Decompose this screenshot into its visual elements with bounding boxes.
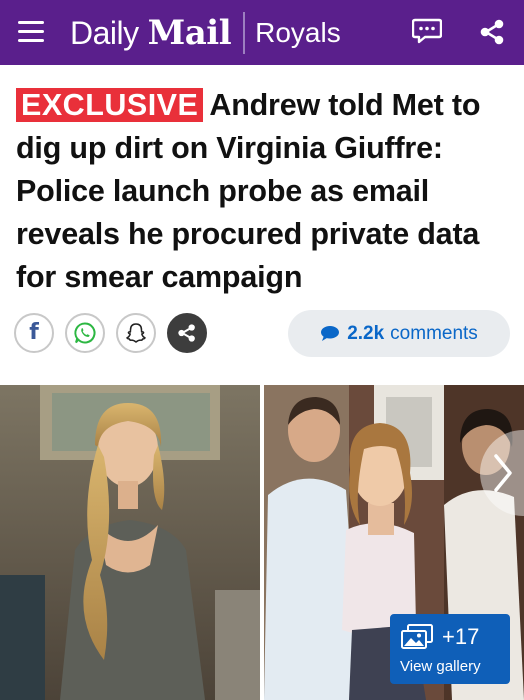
photo-woman-portrait	[0, 385, 260, 700]
brand-mail: Mail	[147, 13, 232, 53]
facebook-share-button[interactable]: f	[14, 313, 54, 353]
facebook-icon: f	[29, 320, 39, 345]
whatsapp-share-button[interactable]	[65, 313, 105, 353]
gallery-icon	[401, 624, 433, 649]
brand-divider	[243, 12, 246, 54]
gallery-label: View gallery	[400, 658, 481, 675]
chevron-right-icon	[494, 454, 512, 492]
brand-daily: Daily	[70, 14, 139, 51]
more-share-button[interactable]	[167, 313, 207, 353]
share-icon	[178, 324, 195, 342]
article-photo-left[interactable]	[0, 385, 260, 700]
snapchat-share-button[interactable]	[116, 313, 156, 353]
comment-bubble-icon	[321, 326, 340, 341]
top-bar: Daily Mail Royals	[0, 0, 524, 65]
comments-count: 2.2k	[347, 322, 385, 344]
view-gallery-button[interactable]: +17 View gallery	[390, 614, 510, 684]
gallery-next-arrow[interactable]	[480, 430, 524, 516]
menu-icon[interactable]	[18, 21, 44, 43]
chat-icon[interactable]	[412, 18, 442, 44]
brand-logo[interactable]: Daily Mail Royals	[70, 11, 341, 55]
whatsapp-icon	[74, 322, 96, 344]
article-headline: EXCLUSIVE Andrew told Met to dig up dirt …	[16, 84, 512, 299]
section-title[interactable]: Royals	[255, 17, 341, 49]
exclusive-badge: EXCLUSIVE	[16, 88, 204, 122]
snapchat-icon	[126, 323, 146, 343]
gallery-count: +17	[442, 624, 480, 649]
comments-label: comments	[390, 322, 478, 344]
share-icon[interactable]	[478, 18, 506, 46]
comments-button[interactable]: 2.2k comments	[288, 310, 510, 357]
